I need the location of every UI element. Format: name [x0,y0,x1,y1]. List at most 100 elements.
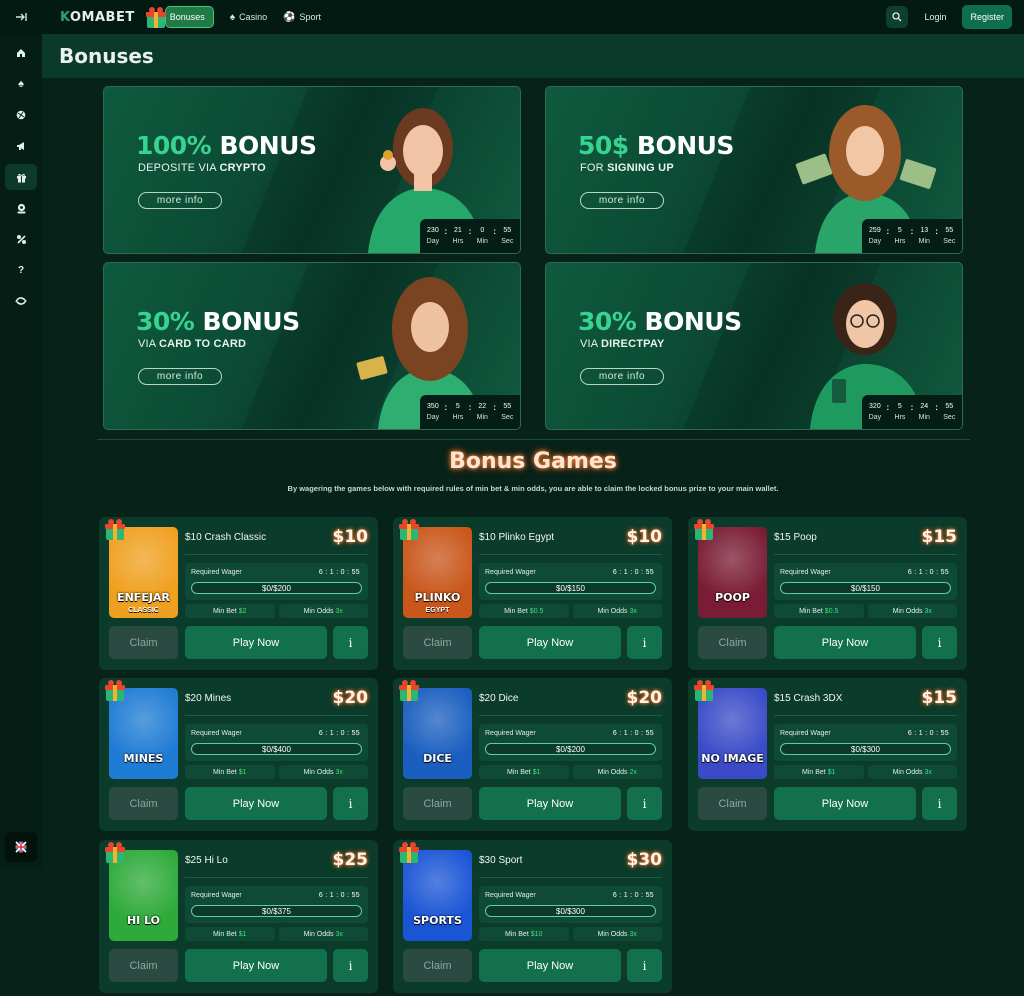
banner-subtitle: VIA CARD TO CARD [138,338,247,350]
wager-progress: $0/$200 [191,582,362,594]
claim-button[interactable]: Claim [403,787,472,820]
claim-button[interactable]: Claim [698,626,767,659]
play-now-button[interactable]: Play Now [479,787,621,820]
wager-progress: $0/$300 [485,905,656,917]
game-prize: $10 [332,527,369,547]
gift-icon [16,173,26,183]
game-thumbnail-label: SPORTS [413,914,462,927]
sidebar-item-exchange[interactable] [5,288,37,314]
claim-button[interactable]: Claim [109,949,178,982]
claim-button[interactable]: Claim [109,787,178,820]
megaphone-icon [16,142,24,150]
bonus-banner-directpay[interactable]: 30% BONUS VIA DIRECTPAY more info 320 Day… [545,262,963,430]
min-bet: Min Bet $1 [479,765,569,779]
nav-sport-label: Sport [299,12,322,22]
bonus-banner-crypto[interactable]: 100% BONUS DEPOSITE VIA CRYPTO more info… [103,86,521,254]
wager-progress: $0/$150 [485,582,656,594]
game-thumbnail-label: POOP [715,591,750,604]
play-now-button[interactable]: Play Now [479,949,621,982]
info-button[interactable]: i [922,626,957,659]
sidebar-item-vip[interactable] [5,195,37,221]
sidebar-item-home[interactable] [5,40,37,66]
min-bet: Min Bet $0.5 [774,604,864,618]
game-title: $10 Plinko Egypt [479,532,555,543]
claim-button[interactable]: Claim [403,626,472,659]
game-title: $10 Crash Classic [185,532,267,543]
play-now-button[interactable]: Play Now [185,787,327,820]
game-thumbnail-sublabel: CLASSIC [128,607,159,614]
sidebar-item-referral[interactable] [5,226,37,252]
nav-sport-link[interactable]: ⚽ Sport [283,12,321,23]
register-button[interactable]: Register [962,5,1012,29]
more-info-button[interactable]: more info [580,368,664,385]
wager-progress: $0/$200 [485,743,656,755]
play-now-button[interactable]: Play Now [774,787,916,820]
wager-progress: $0/$300 [780,743,951,755]
question-icon: ? [17,264,25,276]
bonus-banner-card[interactable]: 30% BONUS VIA CARD TO CARD more info 350… [103,262,521,430]
bonus-game-card: DICE $20 Dice $20 Required Wager 6 : 1 :… [393,678,672,831]
nav-casino-link[interactable]: ♠ Casino [230,12,267,23]
sidebar-item-help[interactable]: ? [5,257,37,283]
gift-icon [399,842,419,863]
banner-headline: 30% BONUS [578,307,742,336]
collapse-sidebar-icon[interactable] [0,0,42,34]
nav-casino-label: Casino [239,12,268,22]
sidebar-item-casino[interactable]: ♠ [5,71,37,97]
wager-countdown: 6 : 1 : 0 : 55 [318,569,360,576]
info-button[interactable]: i [627,949,662,982]
home-icon [17,49,25,57]
bonus-banner-signup[interactable]: 50$ BONUS FOR SIGNING UP more info 259 Da… [545,86,963,254]
play-now-button[interactable]: Play Now [185,626,327,659]
gift-icon [143,4,169,30]
info-button[interactable]: i [627,626,662,659]
sidebar-item-bonuses[interactable] [5,164,37,190]
info-button[interactable]: i [627,787,662,820]
required-wager-label: Required Wager [485,892,536,899]
min-bet: Min Bet $1 [774,765,864,779]
required-wager-label: Required Wager [485,569,536,576]
more-info-button[interactable]: more info [138,192,222,209]
gift-icon [105,842,125,863]
login-button[interactable]: Login [918,6,952,28]
more-info-button[interactable]: more info [580,192,664,209]
info-button[interactable]: i [922,787,957,820]
gift-icon [105,680,125,701]
required-wager-box: Required Wager 6 : 1 : 0 : 55 $0/$300 [774,724,957,761]
info-button[interactable]: i [333,949,368,982]
countdown-timer: 320 Day : 5 Hrs : 24 Min : 55 Sec [862,395,962,429]
claim-button[interactable]: Claim [698,787,767,820]
game-thumbnail-label: ENFEJAR [117,591,170,604]
sidebar-item-sport[interactable] [5,102,37,128]
info-button[interactable]: i [333,626,368,659]
search-button[interactable] [886,6,909,28]
info-button[interactable]: i [333,787,368,820]
game-title: $15 Poop [774,532,817,543]
sidebar-item-promotions[interactable] [5,133,37,159]
claim-button[interactable]: Claim [109,626,178,659]
more-info-button[interactable]: more info [138,368,222,385]
min-odds: Min Odds 3x [278,927,368,941]
game-thumbnail-label: PLINKO [414,591,461,604]
play-now-button[interactable]: Play Now [774,626,916,659]
claim-button[interactable]: Claim [403,949,472,982]
game-prize: $10 [626,527,663,547]
required-wager-label: Required Wager [191,730,242,737]
divider [97,439,970,440]
required-wager-box: Required Wager 6 : 1 : 0 : 55 $0/$150 [479,563,662,600]
wager-countdown: 6 : 1 : 0 : 55 [612,569,654,576]
exchange-icon [15,297,27,305]
logo-text: OMABET [70,9,135,25]
language-button[interactable] [5,832,37,862]
game-prize: $25 [332,850,369,870]
min-odds: Min Odds 3x [278,765,368,779]
game-prize: $20 [332,688,369,708]
bonus-game-card: NO IMAGE $15 Crash 3DX $15 Required Wage… [688,678,967,831]
min-bet: Min Bet $1 [185,765,275,779]
nav-bonuses-button[interactable]: Bonuses [164,6,214,28]
play-now-button[interactable]: Play Now [479,626,621,659]
logo[interactable]: KOMABET [60,10,135,25]
required-wager-box: Required Wager 6 : 1 : 0 : 55 $0/$150 [774,563,957,600]
play-now-button[interactable]: Play Now [185,949,327,982]
required-wager-label: Required Wager [191,569,242,576]
